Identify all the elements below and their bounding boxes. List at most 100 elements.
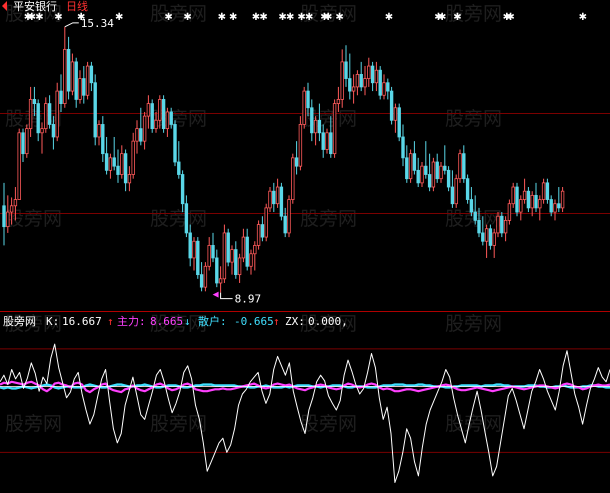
candle-body bbox=[306, 90, 310, 109]
candle bbox=[534, 182, 538, 213]
candle bbox=[21, 128, 25, 162]
candle bbox=[386, 78, 390, 100]
candle-body bbox=[500, 215, 504, 234]
signal-star-icon: ✱ bbox=[259, 12, 267, 23]
candle-body bbox=[108, 157, 113, 171]
candle-body bbox=[389, 90, 394, 121]
candle-body bbox=[139, 128, 143, 142]
candle-body bbox=[336, 99, 341, 105]
candle-body bbox=[382, 82, 386, 96]
candle bbox=[218, 266, 223, 293]
candle-body bbox=[253, 245, 257, 255]
candle bbox=[462, 145, 466, 183]
candle bbox=[165, 107, 170, 137]
main-arrow-down-icon: ↓ bbox=[184, 315, 191, 328]
candle-body bbox=[55, 90, 59, 138]
candle bbox=[93, 74, 97, 146]
candle bbox=[443, 145, 447, 175]
watermark-text: 股旁网 bbox=[445, 313, 502, 335]
candle-body bbox=[241, 236, 246, 259]
candle bbox=[298, 116, 303, 171]
candle bbox=[389, 86, 394, 125]
candle-body bbox=[560, 190, 565, 209]
candle bbox=[112, 136, 116, 171]
signal-star-icon: ✱ bbox=[438, 12, 446, 23]
candle-body bbox=[348, 78, 352, 92]
candle-body bbox=[207, 245, 211, 267]
candle-body bbox=[116, 165, 120, 175]
candle bbox=[511, 182, 515, 208]
candle-body bbox=[351, 86, 356, 92]
candle-body bbox=[473, 211, 477, 221]
candle-body bbox=[374, 69, 379, 84]
candle-body bbox=[557, 203, 561, 209]
candle bbox=[44, 97, 48, 133]
candle-body bbox=[355, 74, 360, 88]
candle bbox=[427, 153, 432, 192]
candle-body bbox=[344, 61, 348, 79]
candle-body bbox=[553, 203, 557, 213]
candle-body bbox=[6, 211, 10, 228]
candle-body bbox=[245, 236, 249, 267]
watermark-layer: 股旁网 股旁网 股旁网 股旁网股旁网 股旁网 股旁网 股旁网股旁网 股旁网 股旁网股旁网 股旁网股… bbox=[5, 3, 502, 435]
candle-body bbox=[549, 199, 553, 213]
candle-body bbox=[112, 157, 116, 167]
candle bbox=[465, 174, 470, 204]
signal-star-icon: ✱ bbox=[54, 12, 62, 23]
candle-body bbox=[127, 174, 132, 184]
signal-star-icon: ✱ bbox=[453, 12, 461, 23]
candle bbox=[234, 241, 238, 279]
candle bbox=[507, 199, 512, 225]
candle bbox=[294, 141, 299, 175]
candle bbox=[344, 45, 348, 87]
candle-body bbox=[325, 132, 329, 150]
candle bbox=[25, 124, 29, 158]
candle bbox=[302, 86, 306, 129]
candle-body bbox=[230, 249, 234, 263]
candle bbox=[439, 162, 443, 183]
candle-body bbox=[82, 78, 86, 96]
candle bbox=[458, 149, 462, 183]
indicator-name: 股旁网 bbox=[3, 314, 36, 328]
candle-body bbox=[260, 224, 265, 238]
candle bbox=[150, 99, 154, 133]
candle-body bbox=[386, 82, 390, 92]
watermark-text: 股旁网 bbox=[5, 413, 62, 435]
candle-body bbox=[120, 153, 124, 175]
candle-body bbox=[538, 199, 542, 209]
candle-body bbox=[507, 203, 512, 221]
candle bbox=[545, 178, 550, 204]
candle-body bbox=[123, 153, 128, 184]
candle-body bbox=[317, 119, 322, 134]
candle bbox=[215, 249, 219, 288]
candle bbox=[116, 149, 120, 183]
candle-series bbox=[2, 26, 565, 293]
candle bbox=[359, 61, 363, 92]
candle-body bbox=[359, 74, 363, 88]
candle bbox=[36, 99, 40, 142]
high-leader-line bbox=[64, 22, 79, 28]
candle bbox=[416, 157, 420, 188]
k-arrow-up-icon: ↑ bbox=[107, 315, 114, 328]
candle-body bbox=[226, 232, 230, 263]
low-leader-line bbox=[220, 292, 233, 300]
candle-body bbox=[424, 165, 428, 175]
candle-body bbox=[21, 132, 25, 155]
watermark-text: 股旁网 bbox=[150, 208, 207, 230]
candle bbox=[408, 149, 413, 183]
candle bbox=[279, 182, 284, 221]
candle-body bbox=[294, 157, 299, 167]
candle-body bbox=[302, 90, 306, 125]
candle bbox=[313, 116, 318, 146]
candle bbox=[348, 53, 352, 100]
watermark-text: 股旁网 bbox=[445, 108, 502, 130]
candle bbox=[237, 253, 242, 283]
candle bbox=[188, 224, 192, 267]
candle-body bbox=[264, 207, 268, 238]
candle-body bbox=[462, 153, 466, 180]
candle bbox=[97, 120, 101, 146]
candle-body bbox=[545, 182, 550, 200]
candle-body bbox=[256, 224, 261, 246]
candle-body bbox=[249, 253, 253, 267]
candle-body bbox=[367, 65, 371, 79]
